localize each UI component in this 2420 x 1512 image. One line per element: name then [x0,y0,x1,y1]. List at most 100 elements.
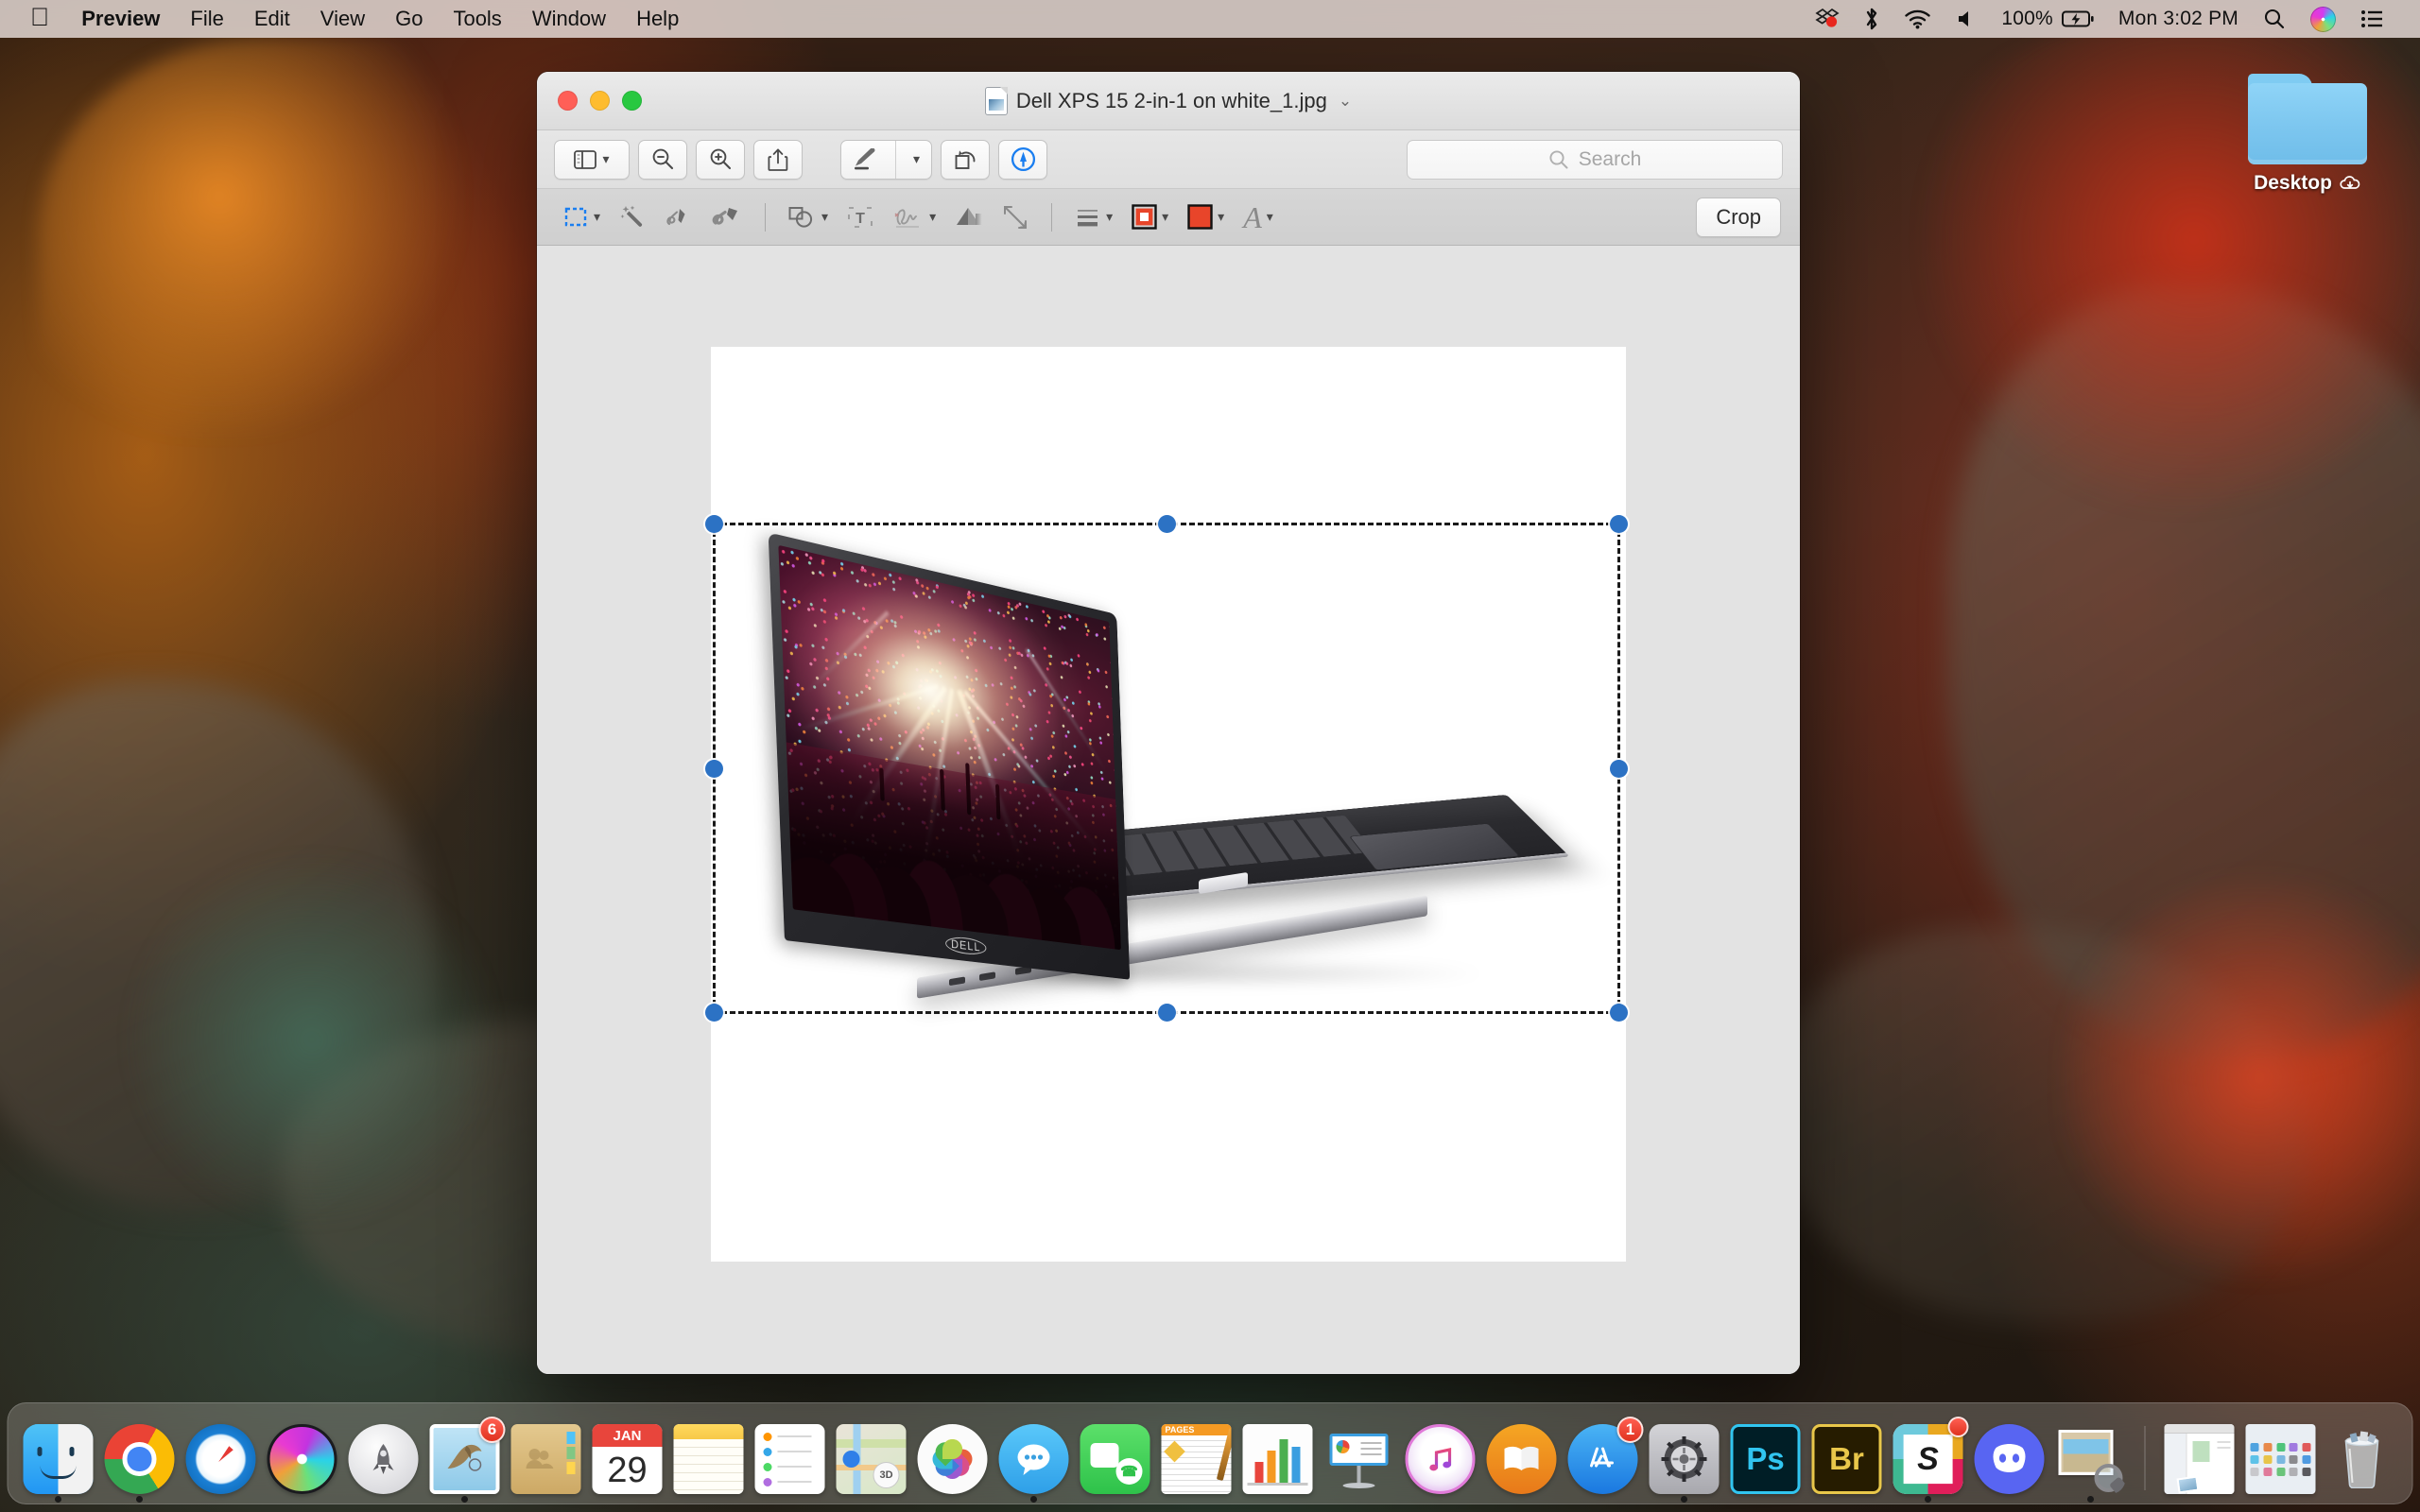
signature-tool[interactable]: ▾ [884,196,944,239]
dock-item-bridge[interactable]: Br [1810,1420,1884,1494]
signature-chevron-down-icon[interactable]: ▾ [929,209,936,225]
selection-handle-top-left[interactable] [705,515,723,533]
dock-item-launchpad[interactable] [347,1420,421,1494]
bridge-label: Br [1829,1441,1864,1476]
menu-bar-clock[interactable]: Mon 3:02 PM [2106,0,2251,38]
menu-item-window[interactable]: Window [517,0,621,38]
close-button[interactable] [558,91,578,111]
wifi-icon[interactable] [1892,0,1944,38]
text-style-chevron-down-icon[interactable]: ▾ [1267,209,1273,225]
dock-item-calendar[interactable]: JAN 29 [591,1420,665,1494]
text-tool[interactable]: T [838,196,882,239]
instant-alpha-tool[interactable] [611,196,654,239]
menu-item-edit[interactable]: Edit [239,0,305,38]
document-content-area[interactable]: DELL [537,246,1800,1374]
fill-color-chevron-down-icon[interactable]: ▾ [1218,209,1224,225]
sidebar-toggle-button[interactable]: ▾ [554,139,630,180]
spotlight-search-icon[interactable] [2251,0,2298,38]
dock-item-app-store[interactable]: 1 [1566,1417,1644,1494]
dock-item-notes[interactable] [672,1420,746,1494]
selection-handle-middle-left[interactable] [705,760,723,778]
desktop-folder-icon[interactable]: Desktop [2218,74,2397,195]
dock-item-system-preferences[interactable] [1648,1420,1721,1503]
zoom-button[interactable] [622,91,642,111]
selection-chevron-down-icon[interactable]: ▾ [594,209,600,225]
selection-handle-top-right[interactable] [1610,515,1628,533]
image-canvas[interactable]: DELL [705,347,1628,1262]
shape-style-chevron-down-icon[interactable]: ▾ [1106,209,1113,225]
adjust-size-tool[interactable] [994,196,1037,239]
selection-handle-top-middle[interactable] [1158,515,1176,533]
dock-item-itunes[interactable] [1404,1420,1478,1494]
menu-item-view[interactable]: View [305,0,380,38]
control-center-icon[interactable] [2348,0,2395,38]
apple-logo-icon[interactable]:  [30,4,49,30]
dock[interactable]: 6 JAN 29 3D ☎ PAGES 1 Ps Br S [7,1402,2413,1504]
dock-item-reminders[interactable] [753,1420,827,1494]
border-color-tool[interactable]: ▾ [1123,196,1177,239]
dock-item-pages[interactable]: PAGES [1160,1420,1234,1494]
volume-icon[interactable] [1944,0,1989,38]
dock-item-keynote[interactable] [1322,1420,1396,1494]
dock-item-discord[interactable] [1973,1420,2047,1494]
markup-pen-button[interactable]: ▾ [840,139,933,180]
draw-tool[interactable] [703,196,751,239]
shapes-tool[interactable]: ▾ [780,196,837,239]
dock-item-numbers[interactable] [1241,1420,1315,1494]
dock-item-preview[interactable] [2054,1420,2128,1503]
window-titlebar[interactable]: Dell XPS 15 2-in-1 on white_1.jpg ⌄ [537,72,1800,130]
share-button[interactable] [753,139,803,180]
dock-item-google-chrome[interactable] [103,1420,177,1503]
dock-item-messages[interactable] [997,1420,1071,1503]
bluetooth-icon[interactable] [1852,0,1892,38]
dock-item-siri[interactable] [266,1420,339,1494]
magic-wand-icon [620,205,642,227]
dock-item-facetime[interactable]: ☎ [1079,1420,1152,1494]
preview-window[interactable]: Dell XPS 15 2-in-1 on white_1.jpg ⌄ ▾ ▾ … [537,72,1800,1374]
zoom-out-button[interactable] [638,139,687,180]
dock-item-mail[interactable]: 6 [428,1417,506,1503]
selection-tool[interactable]: ▾ [556,196,609,239]
search-input[interactable]: Search [1407,139,1783,180]
menu-item-go[interactable]: Go [380,0,438,38]
menu-item-tools[interactable]: Tools [438,0,516,38]
selection-handle-bottom-right[interactable] [1610,1004,1628,1022]
dock-item-books[interactable] [1485,1420,1559,1494]
dock-item-photoshop[interactable]: Ps [1729,1420,1803,1494]
dock-item-slack[interactable]: S [1892,1417,1969,1503]
sketch-tool[interactable] [656,196,701,239]
dock-item-trash[interactable] [2325,1420,2399,1494]
icloud-download-icon [2340,176,2360,189]
border-color-chevron-down-icon[interactable]: ▾ [1162,209,1168,225]
markup-pen-chevron-down-icon[interactable]: ▾ [902,141,931,179]
menu-item-preview[interactable]: Preview [66,0,175,38]
selection-handle-middle-right[interactable] [1610,760,1628,778]
dock-item-safari[interactable] [184,1420,258,1494]
siri-icon[interactable] [2298,0,2348,38]
dock-item-contacts[interactable] [510,1420,583,1494]
selection-handle-bottom-left[interactable] [705,1004,723,1022]
markup-toolbar-toggle[interactable] [998,139,1048,180]
crop-button[interactable]: Crop [1696,197,1781,237]
title-chevron-down-icon[interactable]: ⌄ [1339,92,1352,111]
battery-status[interactable]: 100% [1989,0,2106,38]
shape-style-tool[interactable]: ▾ [1066,196,1121,239]
dock-item-finder[interactable] [22,1420,95,1503]
fill-color-tool[interactable]: ▾ [1179,196,1233,239]
menu-item-file[interactable]: File [175,0,238,38]
image-selection-marquee[interactable] [705,515,1628,1022]
shapes-chevron-down-icon[interactable]: ▾ [821,209,828,225]
zoom-in-button[interactable] [696,139,745,180]
highlighter-pen-icon[interactable] [841,141,890,179]
dropbox-icon[interactable] [1802,0,1852,38]
minimize-button[interactable] [590,91,610,111]
dock-item-maps[interactable]: 3D [835,1420,908,1494]
dock-item-photos[interactable] [916,1420,990,1494]
minimized-window-desktop[interactable] [2244,1420,2318,1494]
rotate-button[interactable] [941,139,991,180]
text-style-tool[interactable]: A ▾ [1235,196,1282,239]
menu-item-help[interactable]: Help [621,0,694,38]
minimized-window-finder[interactable] [2163,1420,2237,1494]
selection-handle-bottom-middle[interactable] [1158,1004,1176,1022]
adjust-color-tool[interactable] [946,196,992,239]
